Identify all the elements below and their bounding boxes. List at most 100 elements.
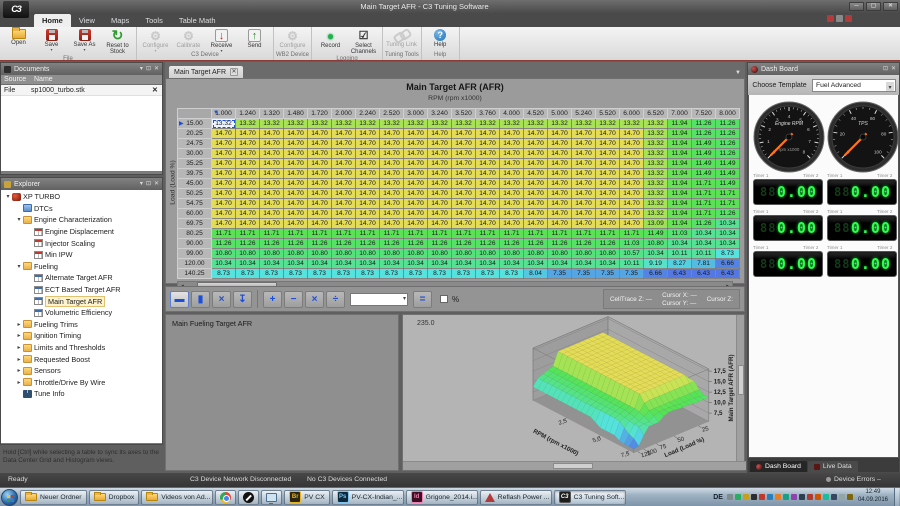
cell-r4-c0[interactable]: 14.70 (212, 159, 236, 169)
value-combo[interactable] (350, 293, 408, 306)
scrollbar-thumb[interactable] (738, 365, 744, 395)
tree-item-fueling-trims[interactable]: ▸Fueling Trims (1, 319, 162, 331)
cell-r1-c21[interactable]: 11.26 (716, 129, 740, 139)
cell-r9-c21[interactable]: 11.26 (716, 209, 740, 219)
cell-r3-c15[interactable]: 14.70 (572, 149, 596, 159)
cell-r0-c2[interactable]: 13.32 (260, 119, 284, 129)
cell-r11-c18[interactable]: 11.49 (644, 229, 668, 239)
tree-item-ect-based-target-afr[interactable]: ECT Based Target AFR (1, 284, 162, 296)
cell-r6-c7[interactable]: 14.70 (380, 179, 404, 189)
row-header-15.00[interactable]: ▶15.00 (178, 119, 212, 129)
cell-r4-c17[interactable]: 14.70 (620, 159, 644, 169)
ribbon-tab-home[interactable]: Home (34, 14, 71, 27)
cell-r2-c14[interactable]: 14.70 (548, 139, 572, 149)
cell-r3-c21[interactable]: 11.26 (716, 149, 740, 159)
cell-r7-c6[interactable]: 14.70 (356, 189, 380, 199)
cell-r1-c19[interactable]: 11.94 (668, 129, 692, 139)
cell-r7-c16[interactable]: 14.70 (596, 189, 620, 199)
cell-r15-c9[interactable]: 8.73 (428, 269, 452, 279)
cell-r1-c16[interactable]: 14.70 (596, 129, 620, 139)
cell-r10-c17[interactable]: 14.70 (620, 219, 644, 229)
cell-r9-c18[interactable]: 13.32 (644, 209, 668, 219)
cell-r14-c11[interactable]: 10.34 (476, 259, 500, 269)
cell-r3-c13[interactable]: 14.70 (524, 149, 548, 159)
cell-r10-c14[interactable]: 14.70 (548, 219, 572, 229)
cell-r12-c19[interactable]: 10.34 (668, 239, 692, 249)
taskbar-item-computer[interactable] (261, 490, 282, 505)
cell-r8-c5[interactable]: 14.70 (332, 199, 356, 209)
cell-r6-c19[interactable]: 11.94 (668, 179, 692, 189)
cell-r2-c6[interactable]: 14.70 (356, 139, 380, 149)
column-header-1.000[interactable]: ▼1.000 (212, 109, 236, 119)
cell-r15-c7[interactable]: 8.73 (380, 269, 404, 279)
cell-r9-c12[interactable]: 14.70 (500, 209, 524, 219)
tray-icon[interactable] (839, 494, 845, 500)
cell-r15-c15[interactable]: 7.35 (572, 269, 596, 279)
cell-r11-c4[interactable]: 11.71 (308, 229, 332, 239)
cell-r10-c7[interactable]: 14.70 (380, 219, 404, 229)
tray-icon[interactable] (759, 494, 765, 500)
cell-r8-c3[interactable]: 14.70 (284, 199, 308, 209)
cell-r5-c20[interactable]: 11.49 (692, 169, 716, 179)
cell-r11-c2[interactable]: 11.71 (260, 229, 284, 239)
cell-r13-c0[interactable]: 10.80 (212, 249, 236, 259)
cell-r9-c20[interactable]: 11.71 (692, 209, 716, 219)
cell-r3-c1[interactable]: 14.70 (236, 149, 260, 159)
cell-r14-c2[interactable]: 10.34 (260, 259, 284, 269)
cell-r5-c1[interactable]: 14.70 (236, 169, 260, 179)
cell-r2-c10[interactable]: 14.70 (452, 139, 476, 149)
help-button[interactable]: ?Help (424, 28, 457, 52)
column-header-2.520[interactable]: 2.520 (380, 109, 404, 119)
cell-r0-c10[interactable]: 13.32 (452, 119, 476, 129)
cell-r7-c20[interactable]: 11.71 (692, 189, 716, 199)
chart-vertical-scrollbar[interactable] (736, 315, 744, 461)
percent-checkbox[interactable] (440, 295, 448, 303)
cell-r3-c10[interactable]: 14.70 (452, 149, 476, 159)
open-button[interactable]: Open (2, 28, 35, 56)
cell-r10-c19[interactable]: 11.94 (668, 219, 692, 229)
cell-r11-c13[interactable]: 11.71 (524, 229, 548, 239)
cell-r13-c4[interactable]: 10.80 (308, 249, 332, 259)
cell-r12-c5[interactable]: 11.26 (332, 239, 356, 249)
cell-r6-c15[interactable]: 14.70 (572, 179, 596, 189)
cell-r9-c6[interactable]: 14.70 (356, 209, 380, 219)
cell-r10-c11[interactable]: 14.70 (476, 219, 500, 229)
cell-r4-c18[interactable]: 13.32 (644, 159, 668, 169)
template-select[interactable]: Fuel Advanced (812, 79, 896, 92)
cell-r13-c5[interactable]: 10.80 (332, 249, 356, 259)
cell-r14-c12[interactable]: 10.34 (500, 259, 524, 269)
cell-r14-c1[interactable]: 10.34 (236, 259, 260, 269)
cell-r10-c4[interactable]: 14.70 (308, 219, 332, 229)
cell-r9-c2[interactable]: 14.70 (260, 209, 284, 219)
column-header-6.000[interactable]: 6.000 (620, 109, 644, 119)
cell-r1-c11[interactable]: 14.70 (476, 129, 500, 139)
cell-r3-c7[interactable]: 14.70 (380, 149, 404, 159)
delete-cells-button[interactable]: × (212, 291, 231, 308)
cell-r15-c16[interactable]: 7.35 (596, 269, 620, 279)
cell-r9-c9[interactable]: 14.70 (428, 209, 452, 219)
tray-icon[interactable] (767, 494, 773, 500)
tray-icon[interactable] (831, 494, 837, 500)
axis-tool-vertical-button[interactable]: ▮ (191, 291, 210, 308)
cell-r8-c0[interactable]: 14.70 (212, 199, 236, 209)
column-header-3.520[interactable]: 3.520 (452, 109, 476, 119)
cell-r4-c21[interactable]: 11.49 (716, 159, 740, 169)
cell-r13-c12[interactable]: 10.80 (500, 249, 524, 259)
cell-r6-c8[interactable]: 14.70 (404, 179, 428, 189)
cell-r10-c2[interactable]: 14.70 (260, 219, 284, 229)
row-header-24.75[interactable]: 24.75 (178, 139, 212, 149)
column-header-4.000[interactable]: 4.000 (500, 109, 524, 119)
taskbar-item-dropbox[interactable]: Dropbox (89, 490, 140, 505)
cell-r12-c10[interactable]: 11.26 (452, 239, 476, 249)
cell-r14-c21[interactable]: 6.66 (716, 259, 740, 269)
cell-r15-c5[interactable]: 8.73 (332, 269, 356, 279)
cell-r4-c10[interactable]: 14.70 (452, 159, 476, 169)
cell-r8-c9[interactable]: 14.70 (428, 199, 452, 209)
cell-r8-c20[interactable]: 11.71 (692, 199, 716, 209)
cell-r4-c7[interactable]: 14.70 (380, 159, 404, 169)
cell-r14-c4[interactable]: 10.34 (308, 259, 332, 269)
cell-r3-c18[interactable]: 13.32 (644, 149, 668, 159)
close-icon[interactable]: ✕ (891, 65, 896, 73)
cell-r8-c15[interactable]: 14.70 (572, 199, 596, 209)
tray-icon[interactable] (735, 494, 741, 500)
